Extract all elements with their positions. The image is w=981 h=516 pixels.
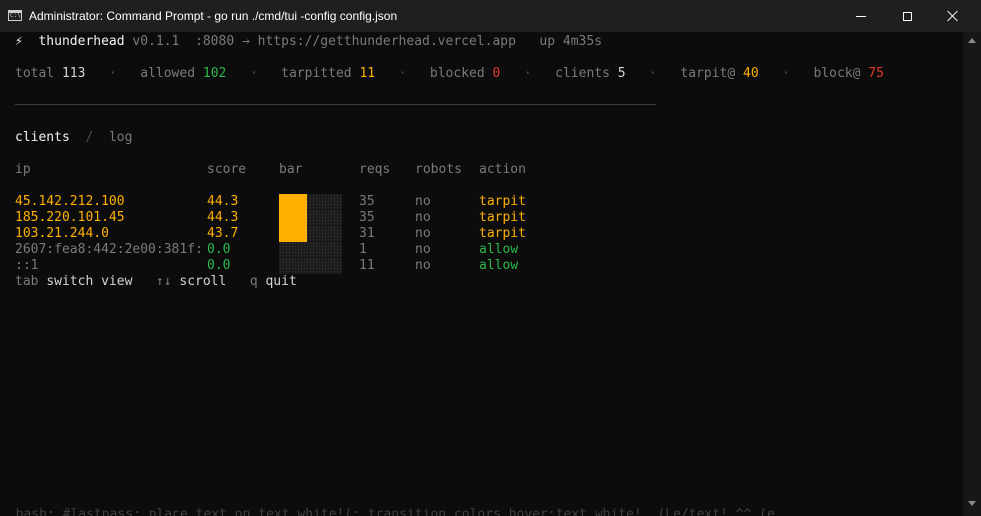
help-tab-key: tab: [15, 274, 39, 289]
stat-total-value: 113: [61, 66, 86, 81]
row-robots: no: [415, 210, 431, 225]
stat-separator: ·: [782, 66, 790, 81]
stat-total-label: total: [15, 66, 55, 81]
maximize-icon: [902, 11, 912, 21]
column-header-robots: robots: [415, 162, 462, 177]
stat-clients-label: clients: [555, 66, 610, 81]
score-bar-fill: [279, 194, 307, 210]
stat-separator: ·: [523, 66, 532, 81]
column-header-score: score: [207, 162, 247, 177]
column-header-reqs: reqs: [359, 162, 391, 177]
stat-separator: ·: [649, 66, 657, 81]
score-bar-fill: [279, 226, 307, 242]
row-robots: no: [415, 242, 431, 257]
arrow-icon: →: [242, 34, 250, 49]
stat-block-threshold-value: 75: [868, 66, 884, 81]
stats-line: total 113 · allowed 102 · tarpitted 11 ·…: [15, 66, 884, 82]
lightning-icon: ⚡: [15, 34, 23, 49]
tab-separator: /: [85, 130, 94, 145]
row-score: 0.0: [207, 258, 231, 273]
row-ip: ::1: [15, 258, 39, 273]
row-robots: no: [415, 258, 431, 273]
stat-separator: ·: [398, 66, 407, 81]
app-url: https://getthunderhead.vercel.app: [257, 34, 516, 49]
close-button[interactable]: [930, 0, 976, 32]
row-reqs: 35: [359, 194, 375, 209]
row-action: allow: [479, 242, 519, 257]
minimize-icon: [856, 15, 866, 17]
stat-allowed-value: 102: [202, 66, 227, 81]
score-bar: [279, 258, 342, 274]
row-score: 44.3: [207, 194, 239, 209]
row-ip: 45.142.212.100: [15, 194, 125, 209]
app-name: thunderhead: [38, 34, 125, 49]
row-reqs: 11: [359, 258, 375, 273]
server-port: :8080: [195, 34, 235, 49]
row-ip: 103.21.244.0: [15, 226, 109, 241]
maximize-button[interactable]: [884, 0, 930, 32]
stat-clients-value: 5: [617, 66, 626, 81]
row-action: tarpit: [479, 210, 526, 225]
stat-tarpitted-value: 11: [359, 66, 376, 81]
window-titlebar[interactable]: C:\ Administrator: Command Prompt - go r…: [0, 0, 981, 32]
column-header-bar: bar: [279, 162, 303, 177]
stat-block-threshold-label: block@: [813, 66, 861, 81]
uptime: up 4m35s: [539, 34, 603, 49]
row-score: 0.0: [207, 242, 231, 257]
help-quit-desc: quit: [265, 274, 297, 289]
help-bar: tab switch view ↑↓ scroll q quit: [15, 274, 297, 290]
score-bar: [279, 210, 342, 226]
scroll-up-arrow-icon[interactable]: [968, 38, 976, 43]
stat-tarpit-threshold-label: tarpit@: [680, 66, 736, 81]
row-robots: no: [415, 194, 431, 209]
vertical-scrollbar[interactable]: [963, 32, 981, 516]
row-ip: 185.220.101.45: [15, 210, 125, 225]
stat-blocked-value: 0: [492, 66, 501, 81]
command-prompt-icon: C:\: [8, 10, 22, 21]
tab-log[interactable]: log: [109, 130, 132, 145]
row-reqs: 31: [359, 226, 375, 241]
tab-clients[interactable]: clients: [15, 130, 70, 145]
row-action: tarpit: [479, 194, 526, 209]
score-bar: [279, 194, 342, 210]
score-bar: [279, 242, 342, 258]
leftover-console-text: bash: #lastpass; place text on text whit…: [0, 507, 775, 516]
stat-blocked-label: blocked: [429, 66, 485, 81]
help-tab-desc: switch view: [46, 274, 133, 289]
scroll-down-arrow-icon[interactable]: [968, 501, 976, 506]
row-reqs: 35: [359, 210, 375, 225]
row-action: allow: [479, 258, 519, 273]
row-robots: no: [415, 226, 431, 241]
help-quit-key: q: [249, 274, 258, 289]
column-header-ip: ip: [15, 162, 31, 177]
header-line: ⚡ thunderhead v0.1.1 :8080 → https://get…: [15, 34, 602, 50]
window-title: Administrator: Command Prompt - go run .…: [29, 9, 398, 23]
row-reqs: 1: [359, 242, 367, 257]
score-bar: [279, 226, 342, 242]
stat-separator: ·: [249, 66, 258, 81]
divider: [15, 104, 656, 105]
stat-tarpitted-label: tarpitted: [281, 66, 352, 81]
close-icon: [947, 10, 959, 22]
help-scroll-key: ↑↓: [155, 274, 172, 289]
stat-tarpit-threshold-value: 40: [743, 66, 759, 81]
row-score: 43.7: [207, 226, 239, 241]
score-bar-fill: [279, 210, 307, 226]
stat-separator: ·: [108, 66, 117, 81]
row-action: tarpit: [479, 226, 526, 241]
row-ip: 2607:fea8:442:2e00:381f:: [15, 242, 203, 257]
minimize-button[interactable]: [838, 0, 884, 32]
app-version: v0.1.1: [132, 34, 180, 49]
row-score: 44.3: [207, 210, 239, 225]
view-tabs: clients / log: [15, 130, 132, 146]
column-header-action: action: [479, 162, 526, 177]
terminal-area[interactable]: ⚡ thunderhead v0.1.1 :8080 → https://get…: [0, 32, 963, 516]
help-scroll-desc: scroll: [179, 274, 227, 289]
stat-allowed-label: allowed: [140, 66, 196, 81]
